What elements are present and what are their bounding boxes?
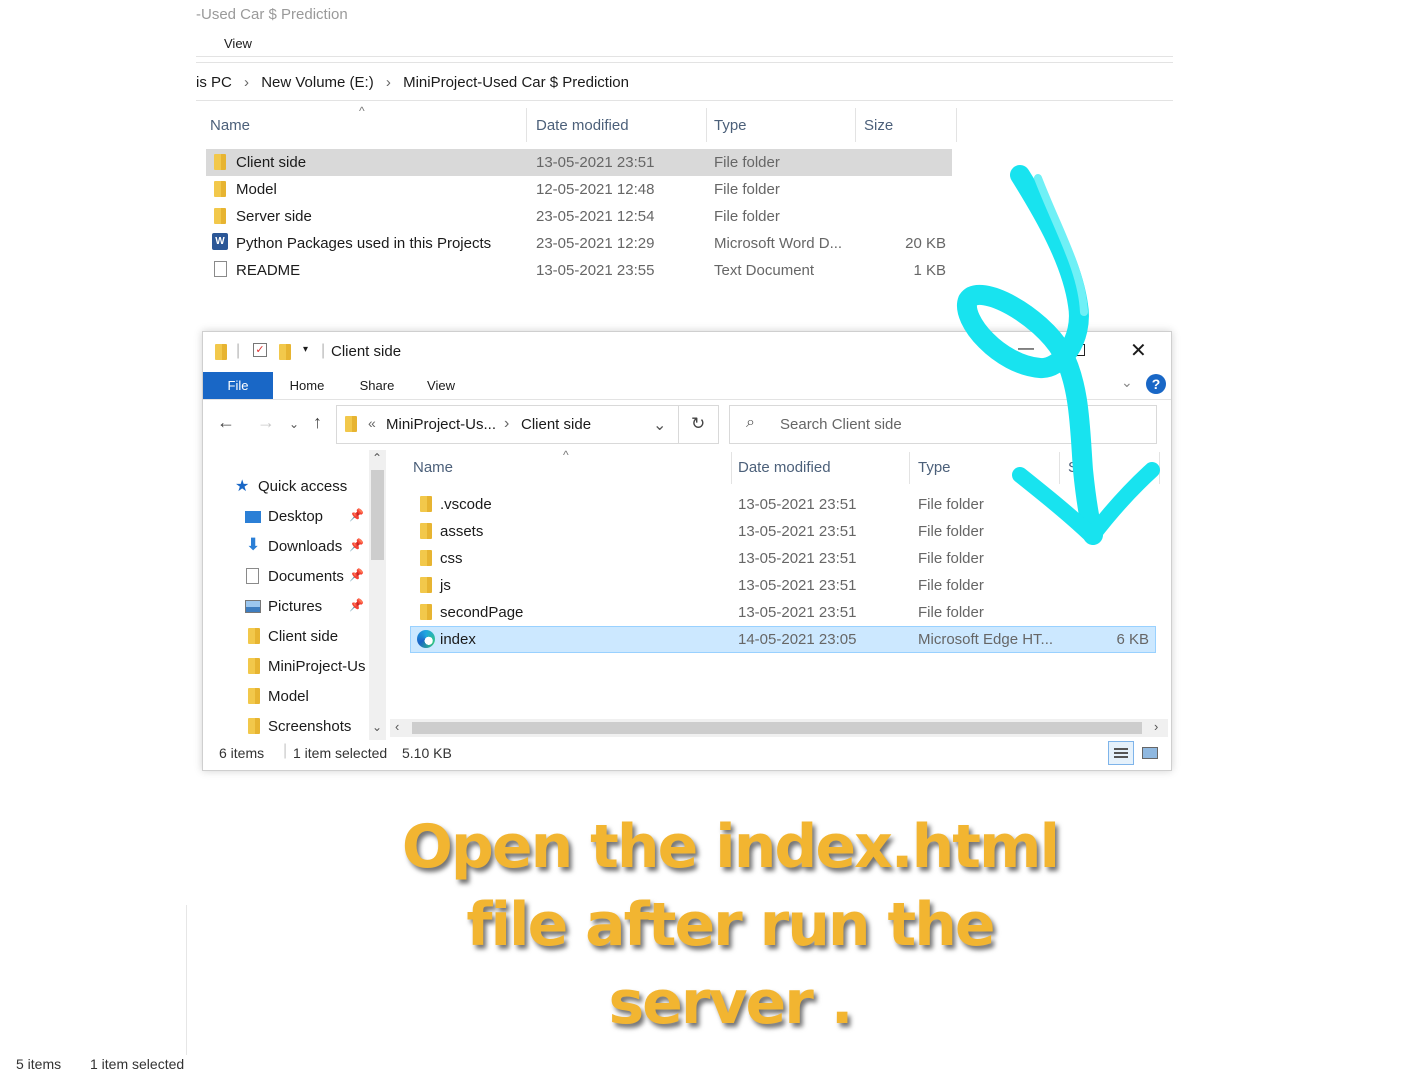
caption-line-2: file after run the bbox=[466, 890, 995, 960]
caption-line-3: server . bbox=[608, 968, 853, 1038]
caption-line-1: Open the index.html bbox=[401, 812, 1060, 882]
